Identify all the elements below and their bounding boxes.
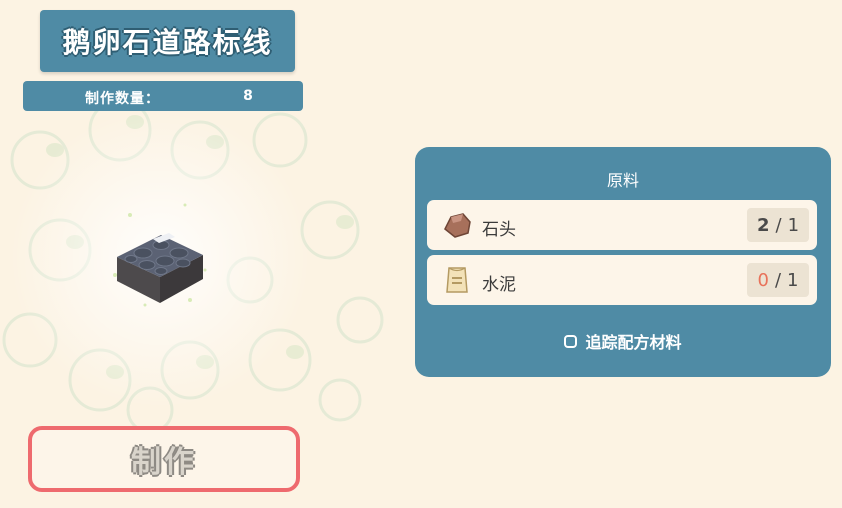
ingredient-have: 0 <box>757 269 769 291</box>
ingredient-have: 2 <box>756 214 770 236</box>
ingredient-row-stone[interactable]: 石头 2 / 1 <box>427 200 817 250</box>
quantity-value: 8 <box>243 88 253 104</box>
track-materials-toggle[interactable]: 追踪配方材料 <box>415 329 831 353</box>
ingredient-name: 石头 <box>482 220 516 240</box>
quantity-label: 制作数量： <box>85 91 160 107</box>
ingredient-need: 1 <box>787 269 799 291</box>
ingredient-row-cement[interactable]: 水泥 0 / 1 <box>427 255 817 305</box>
recipe-panel: 原料 石头 2 / 1 水泥 0 / 1 追踪配方材料 <box>415 147 831 377</box>
count-separator: / <box>775 214 782 236</box>
craft-button[interactable]: 制作 <box>28 426 300 492</box>
ingredient-need: 1 <box>787 214 800 236</box>
stone-icon <box>444 213 471 238</box>
ingredient-count: 2 / 1 <box>747 208 809 242</box>
track-label: 追踪配方材料 <box>585 333 682 352</box>
item-title: 鹅卵石道路标线 <box>40 10 295 72</box>
recipe-title: 原料 <box>606 171 639 190</box>
cobblestone-tile-icon <box>113 203 207 307</box>
ingredient-name: 水泥 <box>482 275 516 295</box>
cement-bag-icon <box>446 267 468 293</box>
track-checkbox[interactable] <box>564 334 578 348</box>
count-separator: / <box>774 269 782 291</box>
ingredient-count: 0 / 1 <box>747 263 809 297</box>
quantity-bar: 制作数量： 8 <box>23 81 303 111</box>
